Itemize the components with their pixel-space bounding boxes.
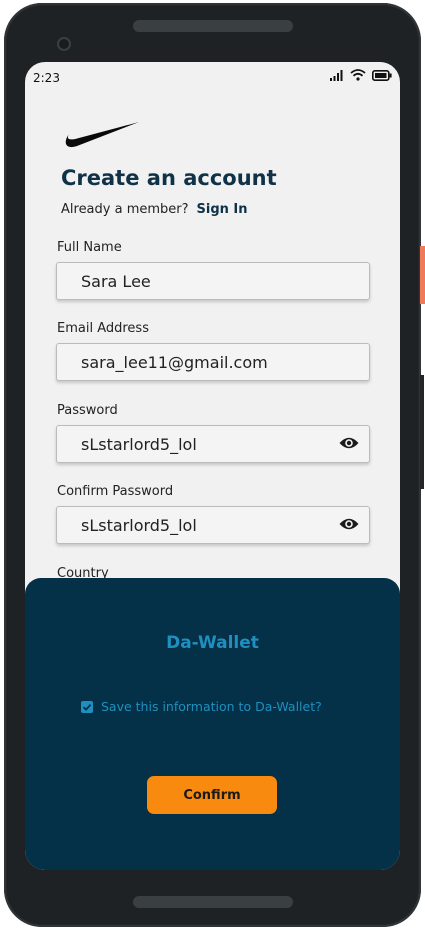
confirm-password-label: Confirm Password [57, 484, 174, 499]
side-button-accent [420, 246, 425, 304]
member-prompt-text: Already a member? [61, 202, 189, 217]
member-prompt-row: Already a member? Sign In [61, 202, 248, 217]
phone-speaker [133, 20, 293, 32]
password-label: Password [57, 403, 118, 418]
wallet-bottom-sheet: Da-Wallet Save this information to Da-Wa… [25, 578, 400, 870]
save-to-wallet-label: Save this information to Da-Wallet? [101, 699, 322, 714]
email-field-box [56, 343, 370, 381]
email-label: Email Address [57, 321, 149, 336]
checkmark-icon [82, 703, 92, 711]
password-input[interactable] [81, 434, 331, 454]
app-screen: 2:23 Create an account Already a member?… [25, 62, 400, 870]
confirm-password-input[interactable] [81, 515, 331, 535]
show-confirm-password-eye-icon[interactable] [339, 517, 359, 531]
status-icons [330, 69, 392, 81]
side-button [420, 375, 424, 489]
password-field-box [56, 425, 370, 463]
wifi-icon [350, 69, 366, 81]
phone-bottom-bar [133, 896, 293, 908]
sign-in-link[interactable]: Sign In [197, 202, 248, 217]
confirm-password-field-box [56, 506, 370, 544]
full-name-label: Full Name [57, 240, 122, 255]
battery-icon [372, 69, 392, 81]
status-time: 2:23 [33, 71, 60, 85]
front-camera [57, 37, 71, 51]
status-bar: 2:23 [25, 62, 400, 92]
full-name-field-box [56, 262, 370, 300]
email-input[interactable] [81, 352, 331, 372]
show-password-eye-icon[interactable] [339, 436, 359, 450]
signal-icon [330, 69, 343, 81]
full-name-input[interactable] [81, 271, 331, 291]
swoosh-logo-icon [65, 122, 139, 148]
confirm-button[interactable]: Confirm [147, 776, 277, 814]
save-to-wallet-row[interactable]: Save this information to Da-Wallet? [81, 699, 322, 714]
wallet-title: Da-Wallet [166, 633, 259, 653]
save-to-wallet-checkbox[interactable] [81, 700, 93, 713]
page-title: Create an account [61, 166, 277, 190]
